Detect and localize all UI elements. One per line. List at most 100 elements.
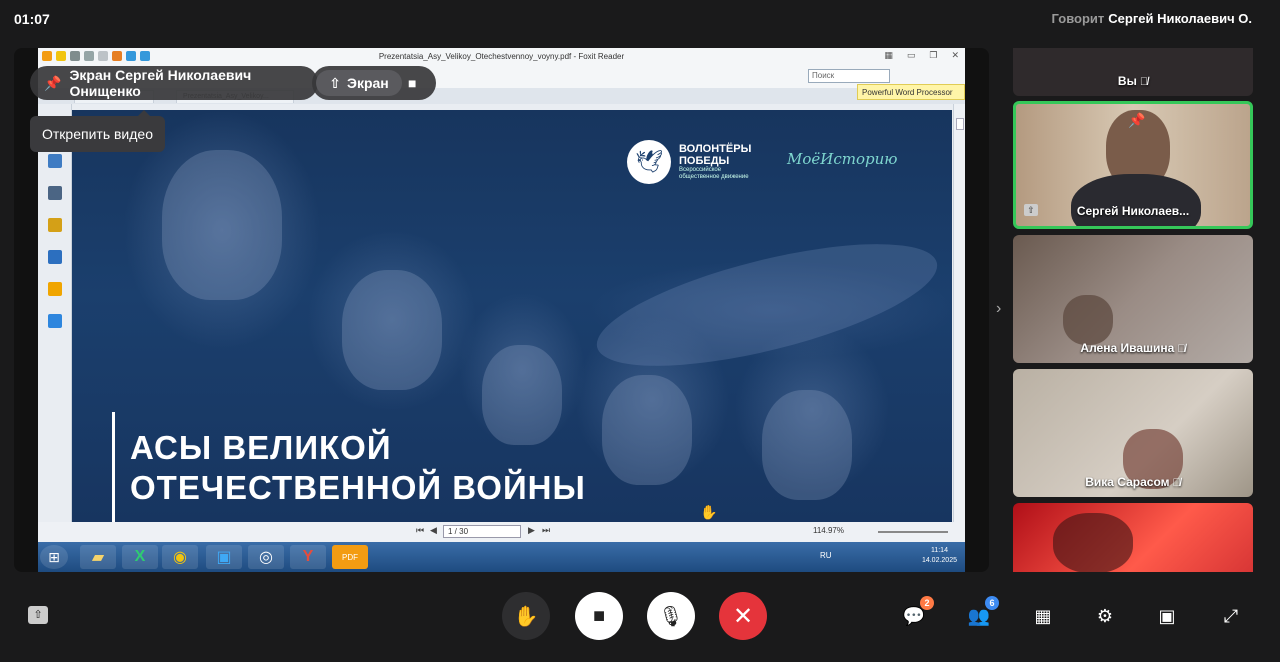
expand-icon: ⤢ xyxy=(1223,605,1239,626)
settings-button[interactable]: ⚙ xyxy=(1091,602,1119,630)
participant-name: Сергей Николаев... xyxy=(1076,204,1190,218)
share-screen-icon[interactable]: ⇧ xyxy=(28,606,48,624)
yandex-icon: Y xyxy=(290,545,326,569)
screen-owner-label: Экран Сергей Николаевич Онищенко xyxy=(69,67,252,99)
unpin-tooltip: Открепить видео xyxy=(30,110,165,152)
close-icon: ✕ xyxy=(732,602,754,630)
pip-button[interactable]: ▣ xyxy=(1153,602,1181,630)
hand-cursor-icon: ✋ xyxy=(700,504,718,520)
org-sub-line1: Всероссийское xyxy=(679,167,722,173)
mic-toggle-button[interactable]: 🎙 xyxy=(647,592,695,640)
top-bar: 01:07 Говорит Сергей Николаевич О. xyxy=(0,0,1280,38)
title-accent-line xyxy=(112,412,115,522)
participant-tile[interactable]: Алена Ивашина 🎙̸ xyxy=(1013,235,1253,363)
clock-time: 11:14 xyxy=(930,547,948,554)
picture-in-picture-icon: ▣ xyxy=(1158,605,1176,626)
view-switcher[interactable]: ⇧ Экран ■ xyxy=(312,66,436,100)
camera-off-icon: ■ xyxy=(592,604,606,627)
window-title: Prezentatsia_Asy_Velikoy_Otechestvennoy_… xyxy=(378,52,625,61)
windows-taskbar: ⊞ ▰ X ◉ ▣ ◎ Y PDF RU 11:14 14.02.2025 xyxy=(38,542,965,572)
people-icon: 👥 xyxy=(967,605,991,626)
participant-video xyxy=(1063,295,1113,345)
start-icon: ⊞ xyxy=(40,545,68,569)
attachment-icon xyxy=(48,250,62,264)
call-controls: ⇧ ✋ ■ 🎙 ✕ 💬 2 👥 6 ▦ ⚙ ▣ ⤢ xyxy=(0,582,1280,662)
slide-title-line1: АСЫ ВЕЛИКОЙ xyxy=(130,429,392,466)
mic-off-icon: 🎙̸ xyxy=(1139,76,1149,88)
chevron-right-icon[interactable]: › xyxy=(996,300,1001,318)
pdf-slide: 🕊 ВОЛОНТЁРЫ ПОБЕДЫ Всероссийское обществ… xyxy=(72,110,952,522)
pilot-figure xyxy=(162,150,282,300)
gear-icon: ⚙ xyxy=(1096,605,1114,626)
fullscreen-button[interactable]: ⤢ xyxy=(1217,602,1245,630)
page-indicator: 1 / 30 xyxy=(443,525,521,538)
prev-page-icon: ◀ xyxy=(430,525,437,535)
zoom-level: 114.97% xyxy=(813,526,844,535)
foxit-sidebar xyxy=(38,104,72,522)
explorer-icon: ▰ xyxy=(80,545,116,569)
participant-tile[interactable] xyxy=(1013,503,1253,572)
raise-hand-button[interactable]: ✋ xyxy=(502,592,550,640)
speaking-label: Говорит xyxy=(1051,11,1105,26)
participant-video xyxy=(1053,513,1133,572)
participant-tile-active[interactable]: 📌 ⇧ Сергей Николаев... xyxy=(1013,101,1253,229)
scroll-thumb xyxy=(956,118,964,130)
dove-icon: 🕊 xyxy=(627,140,671,184)
participants-button[interactable]: 👥 6 xyxy=(965,596,999,630)
pin-icon: 📌 xyxy=(44,74,62,91)
restore-icon: ❐ xyxy=(929,50,938,60)
brand-logo: МоёИсторию xyxy=(787,150,898,168)
screen-view-label: Экран xyxy=(346,75,389,91)
participant-tile[interactable]: Вика Сарасом 🎙̸ xyxy=(1013,369,1253,497)
excel-icon: X xyxy=(122,545,158,569)
org-sub-line2: общественное движение xyxy=(679,174,749,180)
layout-button[interactable]: ▦ xyxy=(1029,602,1057,630)
lock-icon xyxy=(48,282,62,296)
screen-view-button[interactable]: ⇧ Экран xyxy=(316,70,402,96)
last-page-icon: ⏭ xyxy=(542,525,551,535)
zoom-slider xyxy=(878,531,948,533)
video-camera-icon[interactable]: ■ xyxy=(408,75,416,91)
next-page-icon: ▶ xyxy=(528,525,535,535)
pilot-figure xyxy=(342,270,442,390)
org-name-line2: ПОБЕДЫ xyxy=(679,155,730,167)
volunteers-logo: 🕊 ВОЛОНТЁРЫ ПОБЕДЫ Всероссийское обществ… xyxy=(627,140,751,184)
first-page-icon: ⏮ xyxy=(416,525,425,535)
participants-badge: 6 xyxy=(985,596,999,610)
pin-icon[interactable]: 📌 xyxy=(1128,112,1145,129)
upload-icon: ⇧ xyxy=(329,74,341,91)
camera-toggle-button[interactable]: ■ xyxy=(575,592,623,640)
chat-button[interactable]: 💬 2 xyxy=(900,596,934,630)
mic-off-icon: 🎙 xyxy=(658,605,684,628)
powerful-word-ad: Powerful Word Processor xyxy=(857,84,965,100)
chat-badge: 2 xyxy=(920,596,934,610)
system-clock: 11:14 14.02.2025 xyxy=(922,546,957,566)
layout-icon: ▦ xyxy=(884,50,893,60)
participant-name: Алена Ивашина 🎙̸ xyxy=(1080,341,1186,355)
screen-share-stage[interactable]: Prezentatsia_Asy_Velikoy_Otechestvennoy_… xyxy=(14,48,989,572)
clock-date: 14.02.2025 xyxy=(921,557,957,564)
layers-icon xyxy=(48,186,62,200)
app-icon: ▣ xyxy=(206,545,242,569)
call-timer: 01:07 xyxy=(14,11,50,27)
foxit-statusbar: ⏮ ◀ 1 / 30 ▶ ⏭ 114.97% xyxy=(38,522,965,542)
participant-tile[interactable]: Вы 🎙̸ xyxy=(1013,48,1253,96)
end-call-button[interactable]: ✕ xyxy=(719,592,767,640)
grid-icon: ▦ xyxy=(1034,605,1052,626)
mic-off-icon: 🎙̸ xyxy=(1177,343,1186,355)
slide-title: АСЫ ВЕЛИКОЙ ОТЕЧЕСТВЕННОЙ ВОЙНЫ xyxy=(130,428,586,508)
mic-off-icon: 🎙̸ xyxy=(1172,477,1181,489)
org-name-line1: ВОЛОНТЁРЫ xyxy=(679,143,752,155)
minimize-icon: ▭ xyxy=(906,50,916,60)
signature-icon xyxy=(48,314,62,328)
slide-title-line2: ОТЕЧЕСТВЕННОЙ ВОЙНЫ xyxy=(130,469,586,506)
screen-owner-pill[interactable]: 📌 Экран Сергей Николаевич Онищенко xyxy=(30,66,318,100)
language-indicator: RU xyxy=(820,551,832,560)
foxit-taskbar-icon: PDF xyxy=(332,545,368,569)
camera-app-icon: ◎ xyxy=(248,545,284,569)
participant-video xyxy=(1071,174,1201,226)
foxit-titlebar: Prezentatsia_Asy_Velikoy_Otechestvennoy_… xyxy=(38,48,965,66)
chat-icon: 💬 xyxy=(902,605,926,626)
participants-panel: Вы 🎙̸ 📌 ⇧ Сергей Николаев... Алена Ивашин… xyxy=(1013,48,1253,572)
participant-name: Вика Сарасом 🎙̸ xyxy=(1085,475,1181,489)
